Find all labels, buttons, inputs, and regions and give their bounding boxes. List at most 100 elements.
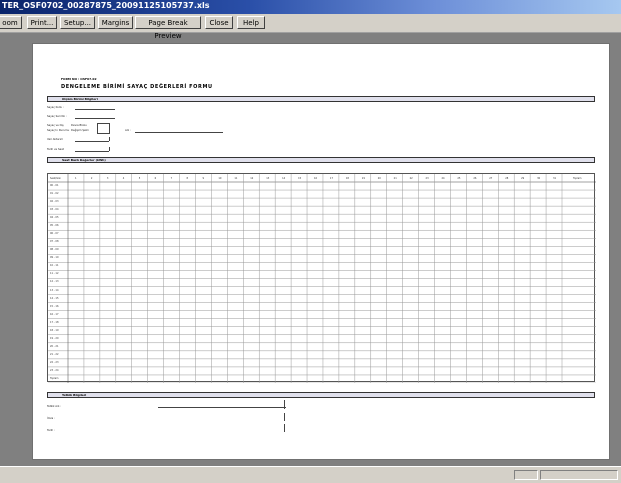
section-header-inspection: Tetkik Bilgileri	[47, 392, 595, 398]
hour-row-label: 13 - 14	[50, 288, 59, 292]
field-tick	[284, 424, 285, 432]
day-number-header: 2	[90, 177, 93, 180]
window-title: TER_OSF0702_00287875_20091125105737.xls	[2, 1, 210, 10]
form-number: FORM NO : OSF07.02	[61, 77, 97, 81]
day-number-header: 10	[218, 177, 222, 180]
field-label: Değişim Şekli	[71, 129, 89, 132]
day-number-header: 4	[122, 177, 125, 180]
field-label: Tarih ve Saat	[47, 148, 64, 151]
day-number-header: 14	[282, 177, 286, 180]
hour-row-label: 23 - 24	[50, 368, 59, 372]
day-number-header: 15	[298, 177, 302, 180]
hour-row-label: 11 - 12	[50, 272, 59, 276]
day-number-header: 11	[234, 177, 238, 180]
day-number-header: 5	[138, 177, 141, 180]
day-number-header: 21	[393, 177, 397, 180]
day-number-header: 18	[345, 177, 349, 180]
day-number-header: 8	[186, 177, 189, 180]
print-preview-page: FORM NO : OSF07.02 DENGELEME BİRİMİ SAYA…	[32, 43, 610, 460]
day-number-header: 12	[250, 177, 254, 180]
day-number-header: 23	[425, 177, 429, 180]
day-number-header: 29	[521, 177, 525, 180]
field-line	[158, 407, 286, 408]
hour-row-label: 03 - 04	[50, 208, 59, 212]
field-label: Tarih :	[47, 429, 55, 432]
day-number-header: 27	[489, 177, 493, 180]
day-number-header: 6	[154, 177, 157, 180]
field-label: Sayaç ve Dış	[47, 124, 64, 127]
section-header-measurement: Olçüm Birimi Bilgileri	[47, 96, 595, 102]
field-label: Tetkik Adı :	[47, 405, 62, 408]
field-tick	[284, 413, 285, 421]
hour-row-label: 20 - 21	[50, 344, 59, 348]
zoom-button[interactable]: oom	[0, 16, 22, 29]
hour-row-label: 04 - 05	[50, 216, 59, 220]
day-number-header: 7	[170, 177, 173, 180]
help-button[interactable]: Help	[237, 16, 265, 29]
field-label: Adı :	[125, 129, 131, 132]
hour-row-label: 10 - 11	[50, 264, 59, 268]
hour-row-label: 12 - 13	[50, 280, 59, 284]
hour-row-label: 21 - 22	[50, 352, 59, 356]
field-label: Sayaç Kodu :	[47, 106, 64, 109]
field-line	[75, 141, 109, 142]
field-line	[75, 109, 115, 110]
hour-row-label: 14 - 15	[50, 296, 59, 300]
hour-row-label: 22 - 23	[50, 360, 59, 364]
day-number-header: 30	[537, 177, 541, 180]
day-number-header: 28	[505, 177, 509, 180]
field-label: Sayaç'ın Durumu	[47, 129, 70, 132]
field-tick	[109, 137, 110, 141]
hour-row-label: 16 - 17	[50, 312, 59, 316]
hour-row-label: 08 - 09	[50, 248, 59, 252]
page-break-preview-button[interactable]: Page Break Preview	[135, 16, 201, 40]
table-gridlines	[48, 174, 596, 383]
form-title: DENGELEME BİRİMİ SAYAÇ DEĞERLERİ FORMU	[61, 84, 213, 90]
day-number-header: 13	[266, 177, 270, 180]
field-label: Sayaç Seri No :	[47, 115, 67, 118]
hour-row-label: 05 - 06	[50, 224, 59, 228]
hour-row-label: 18 - 19	[50, 328, 59, 332]
status-pane	[514, 470, 538, 480]
hour-row-label: 19 - 20	[50, 336, 59, 340]
section-header-hourly-values: Saat Bazlı Değerler (kWh)	[47, 157, 595, 163]
status-bar	[0, 466, 621, 483]
print-preview-toolbar: oom Print... Setup... Margins Page Break…	[0, 14, 621, 40]
column-header-hour-day: Saat/Gün	[50, 177, 62, 180]
day-number-header: 19	[361, 177, 365, 180]
setup-button[interactable]: Setup...	[60, 16, 95, 29]
field-label: Veri Aktarım	[47, 138, 63, 141]
hour-row-label: 06 - 07	[50, 232, 59, 236]
field-line	[135, 132, 223, 133]
field-box	[97, 123, 110, 134]
field-line	[75, 118, 115, 119]
day-number-header: 1	[74, 177, 77, 180]
hour-row-label: 15 - 16	[50, 304, 59, 308]
close-button[interactable]: Close	[205, 16, 233, 29]
field-label: Devre Bloku	[71, 124, 87, 127]
field-line	[75, 151, 109, 152]
margins-button[interactable]: Margins	[98, 16, 133, 29]
hour-row-label: Toplam	[50, 376, 59, 380]
field-tick	[284, 400, 285, 409]
field-tick	[109, 147, 110, 151]
hour-row-label: 02 - 03	[50, 200, 59, 204]
hourly-values-table: Saat/Gün Toplam 1 2 3 4 5 6 7 8 9 10 11 12 13 14 15 16 1…	[47, 173, 596, 383]
status-pane	[540, 470, 618, 480]
day-number-header: 26	[473, 177, 477, 180]
day-number-header: 22	[409, 177, 413, 180]
hour-row-label: 00 - 01	[50, 184, 59, 187]
hour-row-label: 09 - 10	[50, 256, 59, 260]
hour-row-label: 01 - 02	[50, 192, 59, 196]
print-button[interactable]: Print...	[27, 16, 57, 29]
day-number-header: 16	[314, 177, 318, 180]
day-number-header: 9	[202, 177, 204, 180]
day-number-header: 25	[457, 177, 461, 180]
day-number-header: 20	[377, 177, 381, 180]
hour-row-label: 07 - 08	[50, 240, 59, 244]
day-number-header: 24	[441, 177, 445, 180]
day-number-header: 17	[329, 177, 333, 180]
day-number-header: 3	[106, 177, 109, 180]
title-bar: TER_OSF0702_00287875_20091125105737.xls	[0, 0, 621, 14]
hour-row-label: 17 - 18	[50, 320, 59, 324]
